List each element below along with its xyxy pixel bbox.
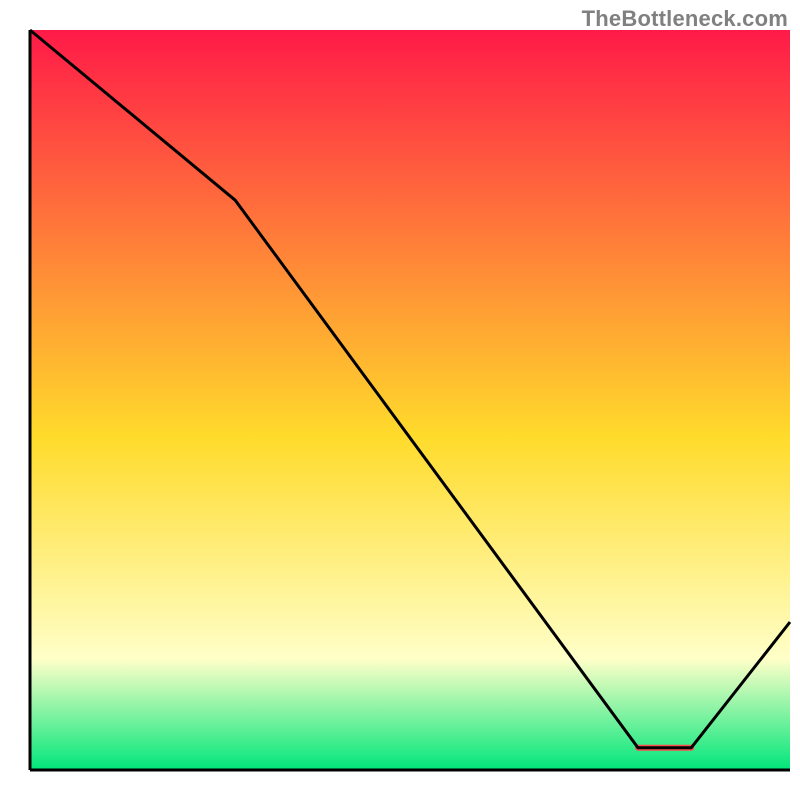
- chart-svg: [0, 0, 800, 800]
- plot-background: [30, 30, 790, 770]
- chart-container: TheBottleneck.com: [0, 0, 800, 800]
